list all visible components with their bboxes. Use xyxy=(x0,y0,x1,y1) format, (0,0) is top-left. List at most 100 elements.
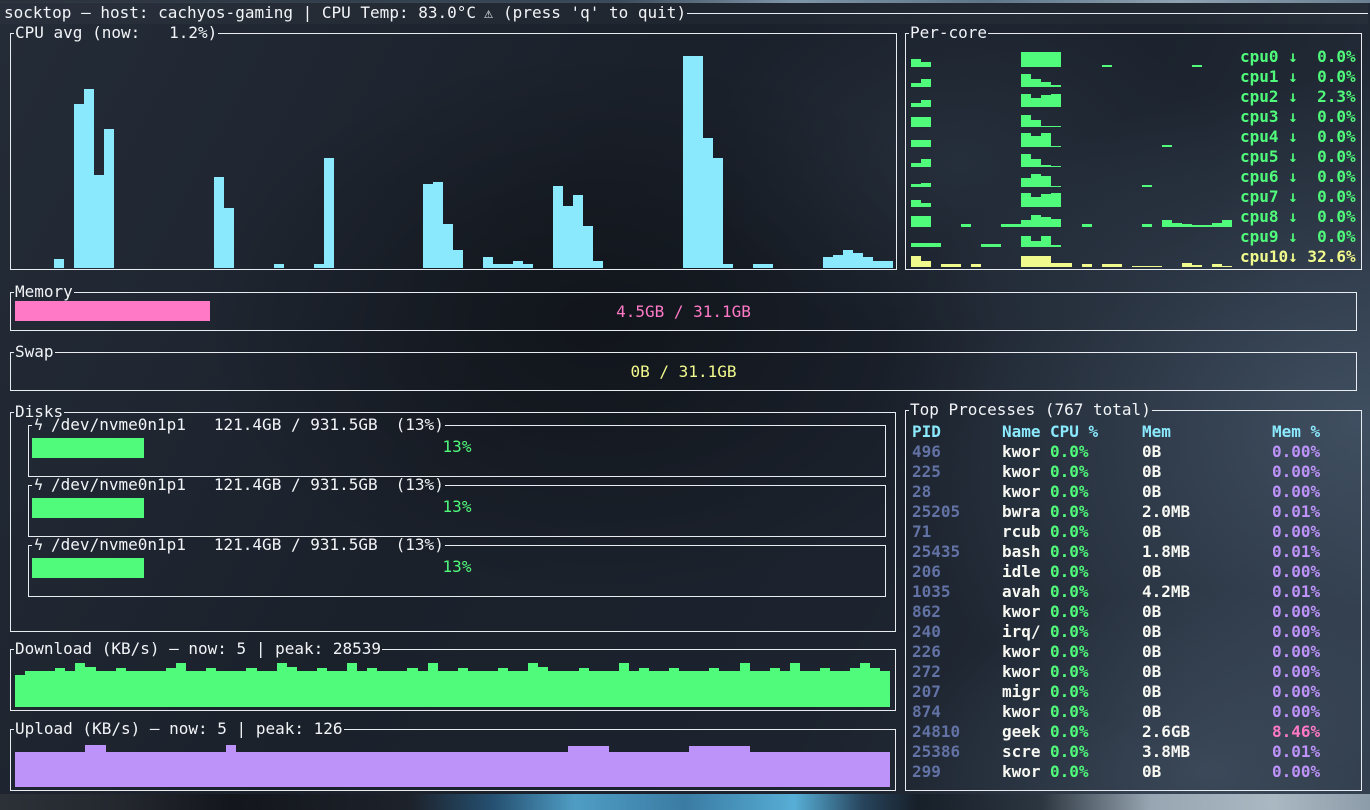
process-rows: 496kwor0.0%0B0.00% 225kwor0.0%0B0.00% 28… xyxy=(905,442,1362,782)
cpu-avg-chart xyxy=(14,47,893,268)
core-row: cpu4 ↓ 0.0% xyxy=(911,127,1358,147)
process-row: 299kwor0.0%0B0.00% xyxy=(905,762,1362,782)
swap-panel: Swap 0B / 31.1GB xyxy=(10,352,1357,391)
core-label: cpu5 ↓ 0.0% xyxy=(1240,147,1358,167)
quit-hint: (press 'q' to quit) xyxy=(499,3,686,23)
warning-icon: ⚠ xyxy=(484,3,493,23)
core-label: cpu9 ↓ 0.0% xyxy=(1240,227,1358,247)
core-label: cpu0 ↓ 0.0% xyxy=(1240,47,1358,67)
disk-device: /dev/nvme0n1p1 xyxy=(51,475,186,495)
upload-title: Upload (KB/s) — now: 5 | peak: 126 xyxy=(14,719,344,739)
col-mem: Mem xyxy=(1142,422,1272,442)
top-processes-panel: Top Processes (767 total) PID Name CPU %… xyxy=(905,410,1362,791)
core-row: cpu6 ↓ 0.0% xyxy=(911,167,1358,187)
core-row: cpu7 ↓ 0.0% xyxy=(911,187,1358,207)
core-usage-sparkline xyxy=(911,229,1232,247)
per-core-panel: Per-core cpu0 ↓ 0.0% cpu1 ↓ 0.0% cpu2 ↓ … xyxy=(905,33,1362,270)
core-label: cpu10↓ 32.6% xyxy=(1240,247,1358,267)
core-usage-sparkline xyxy=(911,209,1232,227)
core-row: cpu5 ↓ 0.0% xyxy=(911,147,1358,167)
core-usage-sparkline xyxy=(911,49,1232,67)
core-usage-sparkline xyxy=(911,149,1232,167)
cpu-avg-title: CPU avg (now: 1.2%) xyxy=(14,23,218,43)
download-chart xyxy=(15,657,891,707)
lightning-icon: ϟ xyxy=(34,415,43,435)
process-row: 496kwor0.0%0B0.00% xyxy=(905,442,1362,462)
process-row: 874kwor0.0%0B0.00% xyxy=(905,702,1362,722)
core-row: cpu3 ↓ 0.0% xyxy=(911,107,1358,127)
lightning-icon: ϟ xyxy=(34,535,43,555)
col-name: Name xyxy=(1002,422,1050,442)
process-row: 24810geek0.0%2.6GB8.46% xyxy=(905,722,1362,742)
disk-pct-label: 13% xyxy=(28,497,886,517)
core-usage-sparkline xyxy=(911,249,1232,267)
core-row: cpu10↓ 32.6% xyxy=(911,247,1358,267)
core-label: cpu6 ↓ 0.0% xyxy=(1240,167,1358,187)
title-bar: socktop — host: cachyos-gaming | CPU Tem… xyxy=(0,2,1368,24)
core-row: cpu8 ↓ 0.0% xyxy=(911,207,1358,227)
top-processes-title: Top Processes (767 total) xyxy=(909,400,1152,420)
core-usage-sparkline xyxy=(911,129,1232,147)
disk-entry: ϟ /dev/nvme0n1p1 121.4GB / 931.5GB (13%)… xyxy=(28,485,886,537)
app-title: socktop — host: cachyos-gaming | CPU Tem… xyxy=(0,3,476,23)
process-row: 25205bwra0.0%2.0MB0.01% xyxy=(905,502,1362,522)
process-row: 207migr0.0%0B0.00% xyxy=(905,682,1362,702)
disk-pct-label: 13% xyxy=(28,437,886,457)
process-row: 272kwor0.0%0B0.00% xyxy=(905,662,1362,682)
core-usage-sparkline xyxy=(911,169,1232,187)
per-core-title: Per-core xyxy=(909,23,988,43)
swap-title: Swap xyxy=(14,342,55,362)
lightning-icon: ϟ xyxy=(34,475,43,495)
process-row: 862kwor0.0%0B0.00% xyxy=(905,602,1362,622)
disk-usage-pct: (13%) xyxy=(396,535,444,555)
core-row: cpu9 ↓ 0.0% xyxy=(911,227,1358,247)
process-row: 71rcub0.0%0B0.00% xyxy=(905,522,1362,542)
memory-panel: Memory 4.5GB / 31.1GB xyxy=(10,292,1357,331)
process-table: PID Name CPU % Mem Mem % 496kwor0.0%0B0.… xyxy=(905,422,1362,782)
core-label: cpu3 ↓ 0.0% xyxy=(1240,107,1358,127)
upload-chart xyxy=(15,737,891,787)
core-row: cpu0 ↓ 0.0% xyxy=(911,47,1358,67)
core-row: cpu1 ↓ 0.0% xyxy=(911,67,1358,87)
wallpaper-bottom-strip xyxy=(0,794,1370,810)
disk-usage: 121.4GB / 931.5GB xyxy=(214,475,378,495)
process-row: 25435bash0.0%1.8MB0.01% xyxy=(905,542,1362,562)
per-core-rows: cpu0 ↓ 0.0% cpu1 ↓ 0.0% cpu2 ↓ 2.3% cpu3… xyxy=(911,47,1358,267)
col-pid: PID xyxy=(912,422,1002,442)
process-row: 28kwor0.0%0B0.00% xyxy=(905,482,1362,502)
process-row: 206idle0.0%0B0.00% xyxy=(905,562,1362,582)
col-cpu: CPU % xyxy=(1050,422,1142,442)
core-label: cpu7 ↓ 0.0% xyxy=(1240,187,1358,207)
disk-usage-pct: (13%) xyxy=(396,475,444,495)
core-label: cpu8 ↓ 0.0% xyxy=(1240,207,1358,227)
process-row: 240irq/0.0%0B0.00% xyxy=(905,622,1362,642)
disk-device: /dev/nvme0n1p1 xyxy=(51,415,186,435)
disk-entry: ϟ /dev/nvme0n1p1 121.4GB / 931.5GB (13%)… xyxy=(28,425,886,477)
core-label: cpu2 ↓ 2.3% xyxy=(1240,87,1358,107)
core-usage-sparkline xyxy=(911,189,1232,207)
disk-usage: 121.4GB / 931.5GB xyxy=(214,415,378,435)
disk-pct-label: 13% xyxy=(28,557,886,577)
disk-usage: 121.4GB / 931.5GB xyxy=(214,535,378,555)
disk-device: /dev/nvme0n1p1 xyxy=(51,535,186,555)
core-usage-sparkline xyxy=(911,69,1232,87)
process-row: 226kwor0.0%0B0.00% xyxy=(905,642,1362,662)
col-mempct: Mem % xyxy=(1272,422,1362,442)
core-usage-sparkline xyxy=(911,89,1232,107)
process-row: 25386scre0.0%3.8MB0.01% xyxy=(905,742,1362,762)
core-label: cpu1 ↓ 0.0% xyxy=(1240,67,1358,87)
process-table-header: PID Name CPU % Mem Mem % xyxy=(905,422,1362,442)
download-panel: Download (KB/s) — now: 5 | peak: 28539 xyxy=(10,649,896,711)
disk-usage-pct: (13%) xyxy=(396,415,444,435)
core-row: cpu2 ↓ 2.3% xyxy=(911,87,1358,107)
core-usage-sparkline xyxy=(911,109,1232,127)
process-row: 1035avah0.0%4.2MB0.01% xyxy=(905,582,1362,602)
memory-title: Memory xyxy=(14,282,74,302)
cpu-avg-panel: CPU avg (now: 1.2%) xyxy=(10,33,897,270)
core-label: cpu4 ↓ 0.0% xyxy=(1240,127,1358,147)
disk-entry: ϟ /dev/nvme0n1p1 121.4GB / 931.5GB (13%)… xyxy=(28,545,886,597)
disks-panel: Disks ϟ /dev/nvme0n1p1 121.4GB / 931.5GB… xyxy=(10,412,896,632)
upload-panel: Upload (KB/s) — now: 5 | peak: 126 xyxy=(10,729,896,791)
terminal-screen[interactable]: socktop — host: cachyos-gaming | CPU Tem… xyxy=(0,0,1370,810)
process-row: 225kwor0.0%0B0.00% xyxy=(905,462,1362,482)
